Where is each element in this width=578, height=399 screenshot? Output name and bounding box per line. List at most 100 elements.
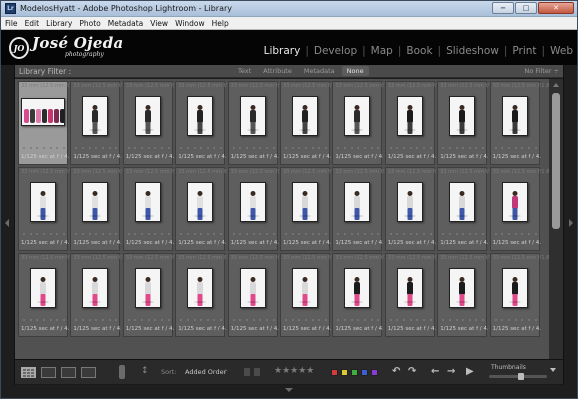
photo-cell[interactable]: 33 mm (12.5 mm f/1.8) 1/125 sec at f / 4.… bbox=[227, 167, 289, 251]
photo-cell[interactable]: 33 mm (12.5 mm f/1.8) 1/125 sec at f / 4.… bbox=[18, 81, 80, 165]
module-map[interactable]: Map bbox=[371, 45, 393, 57]
photo-thumbnail[interactable] bbox=[134, 182, 161, 222]
sort-dropdown-arrow-icon[interactable]: ÷ bbox=[223, 368, 228, 375]
photo-thumbnail[interactable] bbox=[344, 182, 371, 222]
color-label-yellow[interactable] bbox=[341, 369, 348, 376]
grid-scrollbar[interactable] bbox=[549, 79, 563, 359]
expand-right-panel-icon[interactable] bbox=[569, 219, 573, 227]
module-web[interactable]: Web bbox=[550, 45, 573, 57]
photo-cell[interactable]: 33 mm (12.5 mm f/1.8) 1/125 sec at f / 4.… bbox=[332, 167, 394, 251]
photo-cell[interactable]: 33 mm (12.5 mm f/1.8) 1/125 sec at f / 4.… bbox=[437, 81, 499, 165]
photo-thumbnail[interactable] bbox=[187, 182, 214, 222]
module-develop[interactable]: Develop bbox=[314, 45, 357, 57]
photo-thumbnail[interactable] bbox=[449, 96, 476, 136]
impromptu-slideshow-icon[interactable]: ▶ bbox=[466, 366, 474, 377]
previous-photo-icon[interactable]: ← bbox=[431, 366, 439, 377]
photo-thumbnail[interactable] bbox=[239, 96, 266, 136]
module-book[interactable]: Book bbox=[406, 45, 432, 57]
photo-cell[interactable]: 33 mm (12.5 mm f/1.8) 1/125 sec at f / 4.… bbox=[384, 81, 446, 165]
photo-cell[interactable]: 33 mm (12.5 mm f/1.8) 1/125 sec at f / 4.… bbox=[70, 81, 132, 165]
photo-cell[interactable]: 33 mm (12.5 mm f/1.8) 1/125 sec at f / 4.… bbox=[489, 167, 549, 251]
photo-cell[interactable]: 33 mm (12.5 mm f/1.8) 1/125 sec at f / 4.… bbox=[175, 253, 237, 337]
photo-thumbnail[interactable] bbox=[501, 96, 528, 136]
color-label-red[interactable] bbox=[331, 369, 338, 376]
photo-cell[interactable]: 33 mm (12.5 mm f/1.8) 1/125 sec at f / 4.… bbox=[18, 253, 80, 337]
sort-direction-icon[interactable]: ↕ bbox=[141, 366, 149, 376]
photo-thumbnail[interactable] bbox=[292, 268, 318, 308]
photo-thumbnail[interactable] bbox=[449, 268, 476, 308]
pick-flag-icon[interactable] bbox=[244, 368, 250, 376]
menu-photo[interactable]: Photo bbox=[79, 19, 100, 28]
photo-thumbnail[interactable] bbox=[239, 182, 266, 222]
reject-flag-icon[interactable] bbox=[254, 368, 260, 376]
star-rating[interactable]: ★★★★★ bbox=[274, 366, 314, 376]
photo-cell[interactable]: 33 mm (12.5 mm f/1.8) 1/125 sec at f / 4.… bbox=[332, 253, 394, 337]
color-label-green[interactable] bbox=[351, 369, 358, 376]
module-slideshow[interactable]: Slideshow bbox=[446, 45, 499, 57]
scroll-thumb[interactable] bbox=[552, 93, 560, 229]
photo-thumbnail[interactable] bbox=[344, 268, 371, 308]
photo-cell[interactable]: 33 mm (12.5 mm f/1.8) 1/125 sec at f / 4.… bbox=[384, 253, 446, 337]
photo-thumbnail[interactable] bbox=[292, 182, 318, 222]
expand-left-panel-icon[interactable] bbox=[5, 219, 9, 227]
photo-cell[interactable]: 33 mm (12.5 mm f/1.8) 1/125 sec at f / 4.… bbox=[122, 81, 184, 165]
next-photo-icon[interactable]: → bbox=[447, 366, 455, 377]
photo-cell[interactable]: 33 mm (12.5 mm f/1.8) 1/125 sec at f / 4.… bbox=[280, 167, 342, 251]
photo-cell[interactable]: 33 mm (12.5 mm f/1.8) 1/125 sec at f / 4.… bbox=[227, 81, 289, 165]
color-label-purple[interactable] bbox=[371, 369, 378, 376]
filter-tab-metadata[interactable]: Metadata bbox=[299, 66, 340, 76]
color-label-blue[interactable] bbox=[361, 369, 368, 376]
rotate-left-icon[interactable]: ↶ bbox=[392, 366, 400, 377]
menu-help[interactable]: Help bbox=[212, 19, 229, 28]
module-library[interactable]: Library bbox=[264, 45, 301, 57]
photo-cell[interactable]: 33 mm (12.5 mm f/1.8) 1/125 sec at f / 4.… bbox=[437, 253, 499, 337]
photo-thumbnail[interactable] bbox=[21, 98, 65, 126]
photo-thumbnail[interactable] bbox=[82, 96, 109, 136]
photo-cell[interactable]: 33 mm (12.5 mm f/1.8) 1/125 sec at f / 4.… bbox=[489, 253, 549, 337]
photo-thumbnail[interactable] bbox=[292, 96, 318, 136]
photo-thumbnail[interactable] bbox=[396, 268, 423, 308]
thumbnail-size-slider[interactable] bbox=[489, 373, 547, 380]
maximize-button[interactable]: □ bbox=[515, 2, 537, 14]
compare-view-icon[interactable] bbox=[61, 367, 76, 378]
filmstrip-collapsed[interactable] bbox=[1, 385, 577, 398]
right-panel-collapsed[interactable] bbox=[563, 65, 577, 385]
photo-thumbnail[interactable] bbox=[344, 96, 371, 136]
photo-cell[interactable]: 33 mm (12.5 mm f/1.8) 1/125 sec at f / 4.… bbox=[122, 167, 184, 251]
menu-view[interactable]: View bbox=[150, 19, 168, 28]
filter-tab-text[interactable]: Text bbox=[233, 66, 256, 76]
rotate-right-icon[interactable]: ↷ bbox=[408, 366, 416, 377]
photo-thumbnail[interactable] bbox=[396, 182, 423, 222]
photo-thumbnail[interactable] bbox=[30, 182, 56, 222]
menu-edit[interactable]: Edit bbox=[25, 19, 40, 28]
photo-thumbnail[interactable] bbox=[187, 268, 214, 308]
photo-thumbnail[interactable] bbox=[82, 268, 109, 308]
menu-window[interactable]: Window bbox=[175, 19, 205, 28]
photo-thumbnail[interactable] bbox=[501, 268, 528, 308]
photo-thumbnail[interactable] bbox=[396, 96, 423, 136]
photo-cell[interactable]: 33 mm (12.5 mm f/1.8) 1/125 sec at f / 4.… bbox=[384, 167, 446, 251]
loupe-view-icon[interactable] bbox=[41, 367, 56, 378]
photo-thumbnail[interactable] bbox=[239, 268, 266, 308]
photo-cell[interactable]: 33 mm (12.5 mm f/1.8) 1/125 sec at f / 4.… bbox=[332, 81, 394, 165]
photo-cell[interactable]: 33 mm (12.5 mm f/1.8) 1/125 sec at f / 4.… bbox=[437, 167, 499, 251]
module-print[interactable]: Print bbox=[512, 45, 536, 57]
filter-tab-attribute[interactable]: Attribute bbox=[258, 66, 297, 76]
expand-filmstrip-icon[interactable] bbox=[285, 388, 293, 392]
menu-metadata[interactable]: Metadata bbox=[108, 19, 144, 28]
close-button[interactable]: ✕ bbox=[538, 2, 574, 14]
left-panel-collapsed[interactable] bbox=[1, 65, 15, 385]
grid-view-icon[interactable] bbox=[21, 367, 36, 378]
filter-preset-dropdown[interactable]: No Filter ÷ bbox=[524, 67, 559, 75]
toolbar-content-menu-icon[interactable] bbox=[550, 368, 556, 372]
photo-thumbnail[interactable] bbox=[82, 182, 109, 222]
minimize-button[interactable]: − bbox=[492, 2, 514, 14]
photo-cell[interactable]: 33 mm (12.5 mm f/1.8) 1/125 sec at f / 4.… bbox=[280, 81, 342, 165]
photo-thumbnail[interactable] bbox=[134, 268, 161, 308]
photo-cell[interactable]: 33 mm (12.5 mm f/1.8) 1/125 sec at f / 4.… bbox=[175, 81, 237, 165]
sort-order-select[interactable]: Added Order bbox=[185, 368, 226, 376]
photo-cell[interactable]: 33 mm (12.5 mm f/1.8) 1/125 sec at f / 4.… bbox=[175, 167, 237, 251]
menu-library[interactable]: Library bbox=[46, 19, 72, 28]
photo-thumbnail[interactable] bbox=[449, 182, 476, 222]
photo-cell[interactable]: 33 mm (12.5 mm f/1.8) 1/125 sec at f / 4.… bbox=[70, 167, 132, 251]
